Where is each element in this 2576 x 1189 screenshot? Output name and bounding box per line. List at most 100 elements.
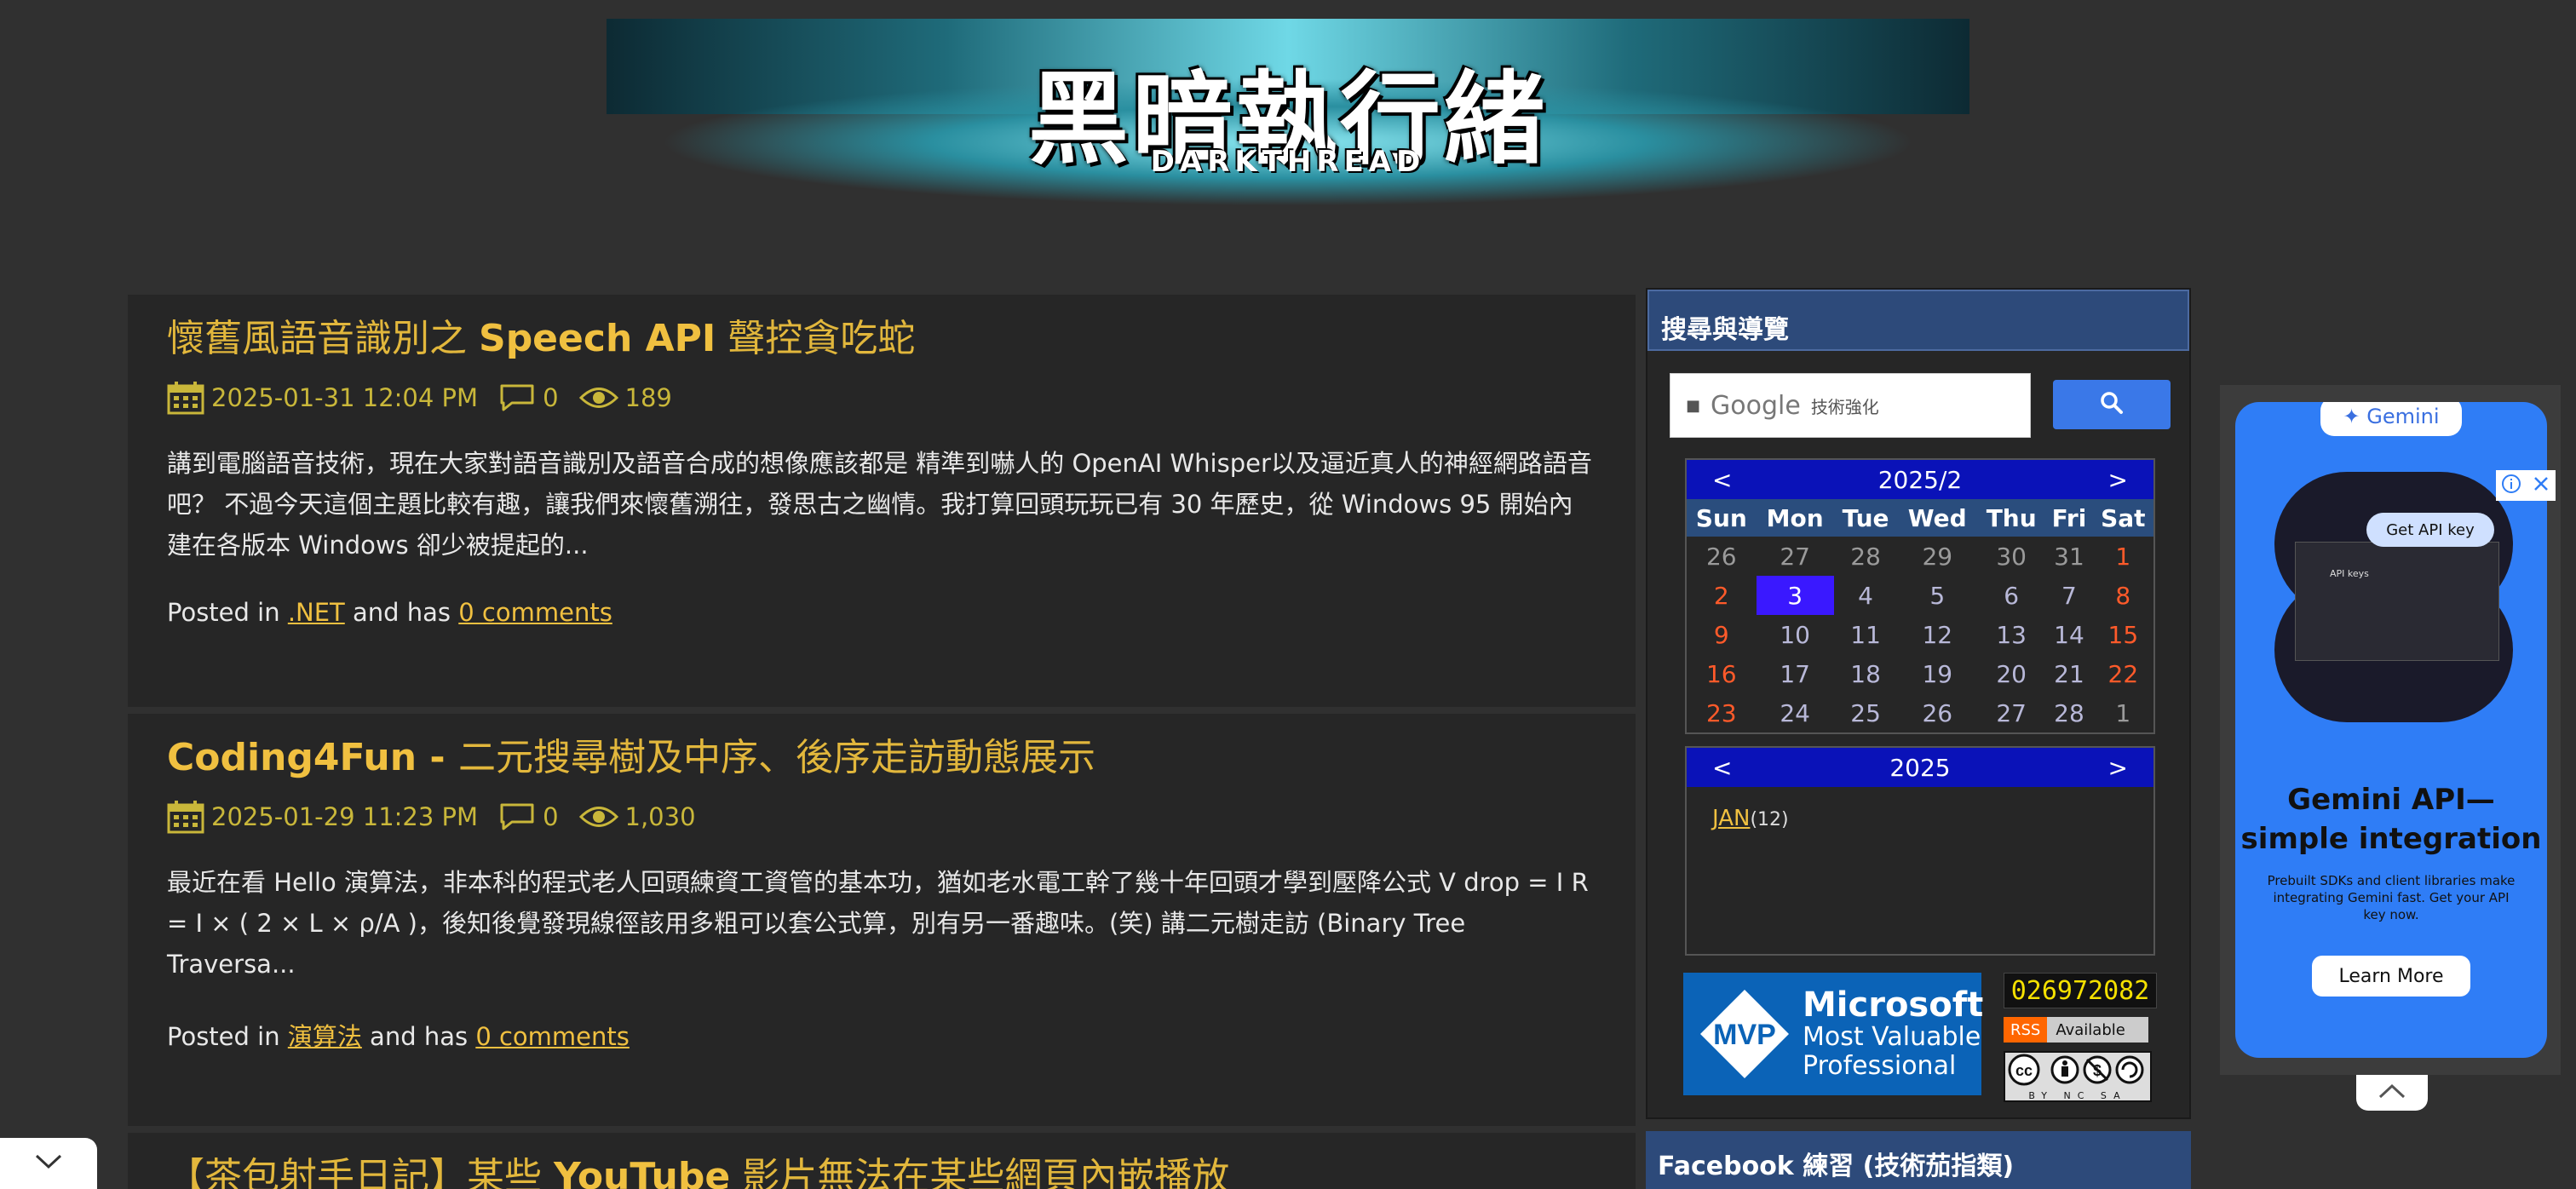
calendar-day[interactable]: 26: [1687, 537, 1757, 576]
ad-screen-title: API keys: [2330, 568, 2369, 579]
comments-link[interactable]: 0 comments: [475, 1022, 630, 1051]
post-title-text: 【茶包射手日記】某些: [167, 1155, 554, 1189]
mvp-line-1: Microsoft: [1803, 985, 1984, 1025]
rss-tag: RSS: [2004, 1017, 2048, 1043]
comment-icon: [498, 801, 536, 832]
post-footer: Posted in 演算法 and has 0 comments: [167, 1017, 1596, 1053]
ad-headline: Gemini API— simple integration: [2235, 780, 2547, 859]
calendar-icon: [167, 800, 204, 834]
month-list: JAN(12): [1687, 787, 2153, 850]
site-banner[interactable]: 黑暗執行緒 DARKTHREAD: [607, 19, 1969, 206]
calendar-week: 2 3 4 5 6 7 8: [1687, 576, 2153, 615]
calendar-day[interactable]: 14: [2045, 615, 2092, 654]
mvp-line-2: Most Valuable: [1803, 1022, 1981, 1052]
ad-collapse-button[interactable]: [2356, 1075, 2428, 1111]
rss-badge[interactable]: RSS Available: [2004, 1017, 2148, 1043]
weekday-row: Sun Mon Tue Wed Thu Fri Sat: [1687, 499, 2153, 537]
info-icon[interactable]: [2501, 474, 2521, 497]
calendar-day[interactable]: 9: [1687, 615, 1757, 654]
calendar-next-button[interactable]: >: [2108, 466, 2128, 494]
calendar-day[interactable]: 12: [1897, 615, 1977, 654]
calendar-day[interactable]: 2: [1687, 576, 1757, 615]
site-logo-english: DARKTHREAD: [1150, 145, 1426, 179]
learn-more-button[interactable]: Learn More: [2312, 956, 2470, 997]
post-excerpt: 講到電腦語音技術，現在大家對語音識別及語音合成的想像應該都是 精準到嚇人的 Op…: [167, 449, 1592, 560]
year-next-button[interactable]: >: [2108, 754, 2128, 782]
post-title-text: 二元搜尋樹及中序、後序走訪動態展示: [457, 736, 1095, 779]
calendar-day[interactable]: 22: [2093, 654, 2153, 693]
posted-in-label: Posted in: [167, 1022, 288, 1051]
post-footer: Posted in .NET and has 0 comments: [167, 598, 1596, 627]
year-prev-button[interactable]: <: [1712, 754, 1732, 782]
calendar-day[interactable]: 15: [2093, 615, 2153, 654]
calendar-day[interactable]: 24: [1757, 693, 1834, 732]
category-link[interactable]: 演算法: [288, 1022, 362, 1051]
calendar-day[interactable]: 30: [1977, 537, 2045, 576]
calendar-day[interactable]: 31: [2045, 537, 2092, 576]
calendar-prev-button[interactable]: <: [1712, 466, 1732, 494]
calendar-day[interactable]: 17: [1757, 654, 1834, 693]
post-card: 懷舊風語音識別之 Speech API 聲控貪吃蛇 2025-01-31 12:…: [128, 295, 1636, 707]
comments-link[interactable]: 0 comments: [458, 598, 612, 627]
search-button[interactable]: [2053, 380, 2171, 429]
calendar-day[interactable]: 10: [1757, 615, 1834, 654]
search-input[interactable]: ■ Google 技術強化: [1670, 373, 2031, 438]
calendar-day[interactable]: 27: [1757, 537, 1834, 576]
calendar-day[interactable]: 26: [1897, 693, 1977, 732]
post-title-link[interactable]: Coding4Fun - 二元搜尋樹及中序、後序走訪動態展示: [167, 732, 1596, 784]
search-sub-label: 技術強化: [1810, 396, 1879, 417]
mvp-line-3: Professional: [1803, 1051, 1957, 1081]
calendar-day[interactable]: 21: [2045, 654, 2092, 693]
calendar-day[interactable]: 23: [1687, 693, 1757, 732]
rss-status: Available: [2056, 1020, 2125, 1039]
post-excerpt: 最近在看 Hello 演算法，非本科的程式老人回頭練資工資管的基本功，猶如老水電…: [167, 868, 1589, 979]
mvp-badge[interactable]: MVP Microsoft Most Valuable Professional: [1683, 973, 1984, 1095]
calendar-day[interactable]: 28: [1834, 537, 1898, 576]
month-link[interactable]: JAN: [1712, 806, 1750, 831]
calendar-day[interactable]: 11: [1834, 615, 1898, 654]
calendar-day[interactable]: 27: [1977, 693, 2045, 732]
creative-commons-label: BY NC SA: [2028, 1090, 2127, 1101]
post-title-link[interactable]: 懷舊風語音識別之 Speech API 聲控貪吃蛇: [167, 313, 1596, 365]
view-count: 1,030: [624, 802, 696, 831]
bottom-bar-toggle[interactable]: [0, 1138, 97, 1189]
calendar-day[interactable]: 13: [1977, 615, 2045, 654]
weekday-label: Tue: [1833, 499, 1898, 537]
calendar-day[interactable]: 20: [1977, 654, 2045, 693]
creative-commons-badge[interactable]: cc$ BY NC SA: [2004, 1051, 2152, 1102]
post-title-link[interactable]: 【茶包射手日記】某些 YouTube 影片無法在某些網頁內嵌播放: [167, 1152, 1596, 1189]
calendar-day[interactable]: 16: [1687, 654, 1757, 693]
calendar-day[interactable]: 29: [1897, 537, 1977, 576]
calendar-month-label: 2025/2: [1877, 465, 1963, 494]
year-header: < 2025 >: [1687, 748, 2153, 787]
year-label: 2025: [1889, 753, 1951, 782]
ad-api-key-pill: Get API key: [2366, 513, 2494, 547]
calendar-day[interactable]: 8: [2093, 576, 2153, 615]
weekday-label: Sat: [2092, 499, 2153, 537]
calendar-day[interactable]: 1: [2093, 693, 2153, 732]
calendar-day[interactable]: 28: [2045, 693, 2092, 732]
calendar-day[interactable]: 19: [1897, 654, 1977, 693]
weekday-label: Thu: [1977, 499, 2046, 537]
calendar-day[interactable]: 6: [1977, 576, 2045, 615]
calendar-day[interactable]: 25: [1834, 693, 1898, 732]
close-icon[interactable]: [2531, 474, 2551, 497]
ad-headline-line-2: simple integration: [2240, 822, 2542, 856]
category-link[interactable]: .NET: [288, 598, 345, 627]
posted-in-label: Posted in: [167, 598, 288, 627]
post-title-text: Coding4Fun -: [167, 736, 458, 779]
calendar-day-today[interactable]: 3: [1756, 576, 1834, 615]
calendar-week: 9 10 11 12 13 14 15: [1687, 615, 2153, 654]
calendar-icon: [167, 381, 204, 415]
calendar-day[interactable]: 18: [1834, 654, 1898, 693]
view-count: 189: [624, 383, 672, 412]
weekday-label: Sun: [1687, 499, 1757, 537]
post-card: Coding4Fun - 二元搜尋樹及中序、後序走訪動態展示 2025-01-2…: [128, 714, 1636, 1126]
calendar-day[interactable]: 4: [1834, 576, 1898, 615]
chevron-up-icon: [2377, 1082, 2407, 1104]
comment-count: 0: [543, 383, 559, 412]
calendar-day[interactable]: 7: [2045, 576, 2092, 615]
calendar-day[interactable]: 1: [2093, 537, 2153, 576]
calendar-day[interactable]: 5: [1897, 576, 1977, 615]
calendar-grid: Sun Mon Tue Wed Thu Fri Sat 26 27 28 29 …: [1687, 499, 2153, 732]
